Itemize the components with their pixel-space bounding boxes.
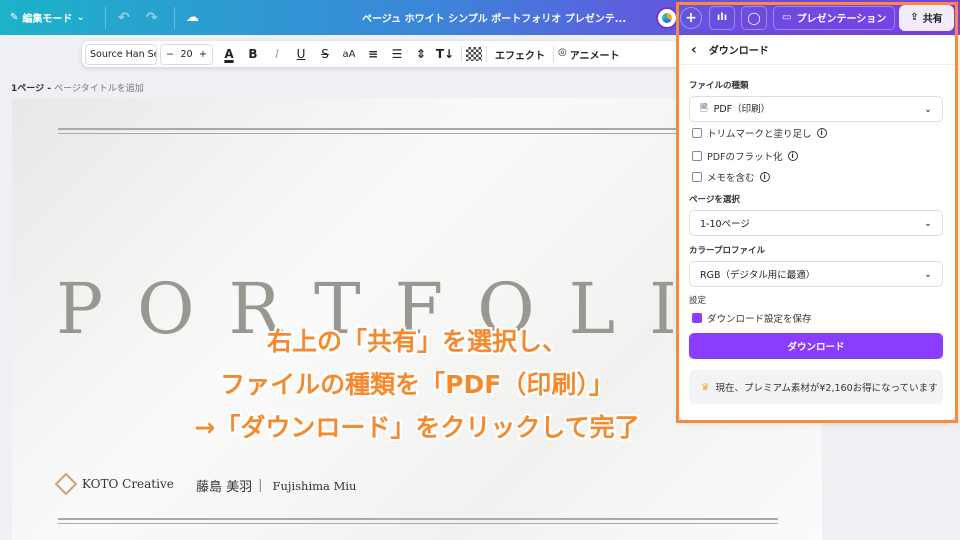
- info-icon[interactable]: i: [816, 128, 827, 138]
- option-label: トリムマークと塗り足し: [707, 129, 812, 140]
- bottom-rule-thin: [58, 523, 778, 524]
- option-label: ダウンロード設定を保存: [707, 314, 812, 325]
- pages-label: ページを選択: [689, 195, 740, 205]
- avatar[interactable]: [656, 6, 678, 29]
- divider: [105, 6, 106, 29]
- file-type-label: ファイルの種類: [689, 81, 749, 91]
- letter-case-button[interactable]: aA: [337, 49, 361, 60]
- text-toolbar: Source Han Serif ... − 20 + A B I U S aA…: [82, 41, 680, 67]
- flatten-pdf-checkbox[interactable]: PDFのフラット化 i: [692, 149, 798, 163]
- color-profile-label: カラープロファイル: [689, 246, 765, 256]
- present-label: プレゼンテーション: [796, 14, 887, 25]
- animate-button[interactable]: ◎ アニメート: [558, 47, 620, 62]
- bottom-rule: [58, 518, 778, 520]
- text-direction-icon[interactable]: T↓: [433, 47, 457, 61]
- diamond-logo-icon: [54, 472, 78, 496]
- spacing-icon[interactable]: ⇕: [409, 47, 433, 61]
- page-number: 1ページ -: [11, 84, 55, 94]
- color-profile-select[interactable]: RGB（デジタル用に最適） ⌄: [689, 261, 943, 287]
- premium-promo: ♛ 現在、プレミアム素材が¥2,160お得になっています: [689, 370, 943, 404]
- cloud-save-icon[interactable]: ☁: [186, 0, 199, 35]
- pages-value: 1-10ページ: [700, 219, 750, 230]
- author-line[interactable]: 藤島 美羽 | Fujishima Miu: [196, 476, 356, 495]
- underline-icon[interactable]: U: [289, 47, 313, 61]
- text-color-icon[interactable]: A: [217, 47, 241, 61]
- checkbox[interactable]: [692, 172, 702, 182]
- comment-icon[interactable]: ◯: [741, 5, 767, 30]
- author-name-jp: 藤島 美羽: [196, 480, 253, 495]
- transparency-icon[interactable]: [466, 47, 482, 61]
- chevron-down-icon: ⌄: [924, 217, 932, 229]
- file-icon: 🗎: [700, 103, 708, 114]
- font-size-value[interactable]: 20: [180, 49, 192, 60]
- increase-size-button[interactable]: +: [199, 49, 207, 60]
- author-name-en: Fujishima Miu: [272, 478, 357, 493]
- download-button[interactable]: ダウンロード: [689, 333, 943, 359]
- edit-mode-button[interactable]: ✎ 編集モード ⌄: [10, 0, 85, 35]
- pages-select[interactable]: 1-10ページ ⌄: [689, 210, 943, 236]
- brand-logo: KOTO Creative: [54, 472, 174, 496]
- presentation-icon: ▭: [782, 12, 792, 23]
- trim-marks-checkbox[interactable]: トリムマークと塗り足し i: [692, 126, 827, 140]
- font-size-stepper[interactable]: − 20 +: [160, 43, 213, 65]
- file-type-select[interactable]: 🗎 PDF（印刷） ⌄: [689, 96, 943, 122]
- settings-label: 設定: [689, 296, 707, 306]
- animate-label: アニメート: [569, 50, 620, 62]
- info-icon[interactable]: i: [759, 172, 770, 182]
- top-rule-thin: [58, 133, 778, 134]
- page-label[interactable]: 1ページ - ページタイトルを追加: [11, 81, 144, 94]
- undo-button[interactable]: ↶: [118, 0, 130, 35]
- include-notes-checkbox[interactable]: メモを含む i: [692, 170, 770, 184]
- panel-title: ダウンロード: [708, 46, 769, 57]
- download-panel: ‹ ダウンロード ファイルの種類 🗎 PDF（印刷） ⌄ トリムマークと塗り足し i…: [679, 35, 955, 420]
- font-selector[interactable]: Source Han Serif ...: [85, 43, 157, 65]
- add-button[interactable]: +: [680, 6, 702, 29]
- checkbox[interactable]: [692, 128, 702, 138]
- panel-header: ‹ ダウンロード: [679, 35, 955, 65]
- italic-icon[interactable]: I: [265, 47, 289, 61]
- share-button[interactable]: ⇪ 共有: [899, 4, 954, 31]
- effects-button[interactable]: エフェクト: [491, 47, 549, 62]
- crown-icon: ♛: [701, 381, 710, 393]
- chevron-down-icon: ⌄: [76, 12, 85, 23]
- promo-text: 現在、プレミアム素材が¥2,160お得になっています: [715, 383, 938, 394]
- upload-share-icon: ⇪: [910, 12, 919, 23]
- divider: [461, 46, 462, 62]
- present-button[interactable]: ▭ プレゼンテーション: [773, 5, 896, 30]
- redo-button[interactable]: ↷: [146, 0, 158, 35]
- divider: [486, 46, 487, 62]
- brand-name: KOTO Creative: [82, 477, 174, 491]
- insights-chart-icon[interactable]: ılı: [709, 5, 735, 30]
- pencil-icon: ✎: [10, 12, 19, 23]
- animate-icon: ◎: [558, 46, 567, 58]
- file-type-value: PDF（印刷）: [713, 104, 771, 115]
- chevron-down-icon: ⌄: [924, 268, 932, 280]
- back-button[interactable]: ‹: [691, 42, 697, 58]
- top-bar: ✎ 編集モード ⌄ ↶ ↷ ☁ ページュ ホワイト シンプル ポートフォリオ プ…: [0, 0, 960, 35]
- strikethrough-icon[interactable]: S: [313, 47, 337, 61]
- divider: |: [258, 478, 263, 493]
- divider: [553, 46, 554, 62]
- checkbox[interactable]: [692, 151, 702, 161]
- checkbox-checked[interactable]: [692, 313, 702, 323]
- share-label: 共有: [922, 14, 943, 25]
- save-settings-checkbox[interactable]: ダウンロード設定を保存: [692, 311, 812, 325]
- top-rule: [58, 128, 778, 130]
- list-icon[interactable]: ☰: [385, 47, 409, 61]
- option-label: PDFのフラット化: [707, 152, 783, 163]
- divider: [174, 6, 175, 29]
- color-profile-value: RGB（デジタル用に最適）: [700, 270, 816, 281]
- edit-mode-label: 編集モード: [22, 14, 73, 25]
- align-left-icon[interactable]: ≡: [361, 47, 385, 61]
- page-title-input[interactable]: ページタイトルを追加: [54, 84, 144, 94]
- info-icon[interactable]: i: [787, 151, 798, 161]
- chevron-down-icon: ⌄: [924, 103, 932, 115]
- decrease-size-button[interactable]: −: [166, 49, 174, 60]
- bold-icon[interactable]: B: [241, 47, 265, 61]
- document-title[interactable]: ページュ ホワイト シンプル ポートフォリオ プレゼンテ...: [362, 0, 626, 35]
- option-label: メモを含む: [707, 173, 755, 184]
